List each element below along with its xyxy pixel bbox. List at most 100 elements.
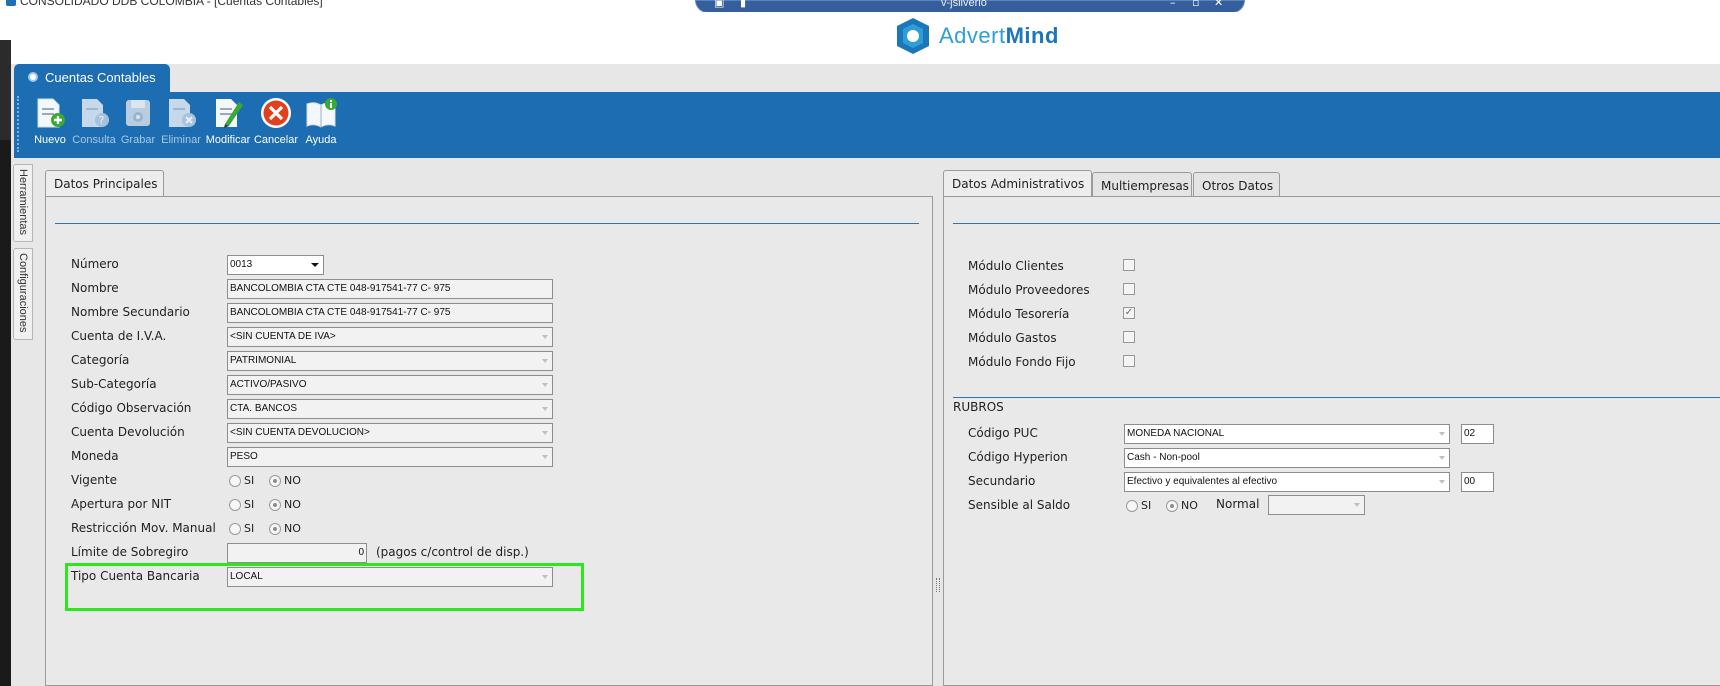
subcategoria-dropdown[interactable]: ACTIVO/PASIVO	[227, 375, 553, 395]
brand-logo: AdvertMind	[893, 14, 1059, 58]
signal-icon: ▮	[740, 0, 747, 9]
numero-dropdown[interactable]: 0013	[227, 255, 324, 275]
modulo-clientes-checkbox[interactable]	[1123, 259, 1135, 271]
restriccion-label: Restricción Mov. Manual	[71, 521, 216, 535]
sensible-si-radio[interactable]: SI	[1126, 499, 1151, 512]
apertura-nit-no-radio[interactable]: NO	[269, 498, 301, 511]
secundario-label: Secundario	[968, 474, 1036, 488]
nombre-label: Nombre	[71, 281, 119, 295]
secundario-dropdown[interactable]: Efectivo y equivalentes al efectivo	[1124, 472, 1450, 492]
limite-field[interactable]: 0	[227, 543, 367, 563]
moneda-dropdown[interactable]: PESO	[227, 447, 553, 467]
modulo-gastos-checkbox[interactable]	[1123, 331, 1135, 343]
app-header: AdvertMind	[0, 12, 1720, 64]
codigo-observacion-label: Código Observación	[71, 401, 192, 415]
chevron-down-icon	[542, 359, 548, 363]
modulo-fondo-fijo-label: Módulo Fondo Fijo	[968, 355, 1076, 369]
secundario-code[interactable]: 00	[1461, 472, 1494, 492]
modificar-button[interactable]: Modificar	[202, 96, 254, 146]
moneda-label: Moneda	[71, 449, 119, 463]
section-divider	[953, 223, 1720, 224]
nombre-field[interactable]: BANCOLOMBIA CTA CTE 048-917541-77 C- 975	[227, 279, 553, 299]
radio-circle-selected	[269, 474, 281, 487]
nombre-secundario-field[interactable]: BANCOLOMBIA CTA CTE 048-917541-77 C- 975	[227, 303, 553, 323]
tipo-cuenta-dropdown[interactable]: LOCAL	[227, 567, 553, 587]
modulo-tesoreria-label: Módulo Tesorería	[968, 307, 1070, 321]
nombre-secundario-label: Nombre Secundario	[71, 305, 190, 319]
numero-label: Número	[71, 257, 119, 271]
tab-cuentas-contables[interactable]: Cuentas Contables	[14, 64, 170, 92]
codigo-hyperion-dropdown[interactable]: Cash - Non-pool	[1124, 448, 1450, 468]
codigo-puc-code[interactable]: 02	[1461, 424, 1494, 444]
tab-datos-administrativos[interactable]: Datos Administrativos	[943, 170, 1092, 199]
sensible-saldo-label: Sensible al Saldo	[968, 498, 1071, 512]
radio-circle	[1126, 499, 1138, 512]
svg-text:?: ?	[99, 114, 105, 127]
chevron-down-icon	[1439, 432, 1445, 436]
categoria-dropdown[interactable]: PATRIMONIAL	[227, 351, 553, 371]
restriccion-no-radio[interactable]: NO	[269, 522, 301, 535]
tab-datos-principales[interactable]: Datos Principales	[45, 170, 164, 199]
codigo-observacion-dropdown[interactable]: CTA. BANCOS	[227, 399, 553, 419]
delete-document-icon	[164, 96, 198, 130]
eliminar-button[interactable]: Eliminar	[155, 96, 207, 146]
chevron-down-icon	[1354, 503, 1360, 507]
cuenta-iva-dropdown[interactable]: <SIN CUENTA DE IVA>	[227, 327, 553, 347]
cuenta-devolucion-dropdown[interactable]: <SIN CUENTA DEVOLUCION>	[227, 423, 553, 443]
close-icon[interactable]: ✕	[1214, 0, 1223, 9]
vigente-no-radio[interactable]: NO	[269, 474, 301, 487]
subcategoria-label: Sub-Categoría	[71, 377, 157, 391]
remote-session-name: v-jsilverio	[941, 0, 987, 9]
minimize-icon[interactable]: –	[1170, 0, 1176, 9]
codigo-hyperion-label: Código Hyperion	[968, 450, 1068, 464]
section-divider	[953, 397, 1720, 398]
help-book-icon	[304, 96, 338, 130]
tab-otros-datos[interactable]: Otros Datos	[1193, 172, 1280, 198]
panel-splitter[interactable]	[936, 578, 940, 592]
normal-dropdown[interactable]	[1268, 495, 1365, 515]
limite-label: Límite de Sobregiro	[71, 545, 189, 559]
codigo-puc-label: Código PUC	[968, 426, 1038, 440]
tipo-cuenta-label: Tipo Cuenta Bancaria	[71, 569, 200, 583]
tab-multiempresas[interactable]: Multiempresas	[1092, 172, 1192, 198]
chevron-down-icon	[542, 407, 548, 411]
radio-circle-selected	[269, 498, 281, 511]
radio-circle	[229, 522, 241, 535]
apertura-nit-si-radio[interactable]: SI	[229, 498, 254, 511]
modulo-clientes-label: Módulo Clientes	[968, 259, 1064, 273]
chevron-down-icon	[1439, 456, 1445, 460]
cancel-icon	[259, 96, 293, 130]
toolbar: Nuevo ? Consulta Grabar Eliminar Modific…	[14, 92, 1720, 158]
app-icon	[6, 0, 16, 6]
save-disk-icon	[121, 96, 155, 130]
radio-circle	[229, 474, 241, 487]
modulo-proveedores-checkbox[interactable]	[1123, 283, 1135, 295]
left-edge-lower	[0, 140, 11, 686]
window-title: CONSOLIDADO DDB COLOMBIA - [Cuentas Cont…	[20, 0, 323, 8]
modulo-tesoreria-checkbox[interactable]: ✓	[1123, 307, 1135, 319]
restore-icon[interactable]: ▫	[1192, 0, 1199, 9]
normal-label: Normal	[1216, 497, 1260, 511]
rubros-title: RUBROS	[953, 400, 1004, 414]
pin-icon[interactable]: ▣	[714, 0, 724, 9]
ayuda-button[interactable]: Ayuda	[295, 96, 347, 146]
new-document-icon	[33, 96, 67, 130]
limite-note: (pagos c/control de disp.)	[376, 545, 529, 559]
chevron-down-icon	[542, 383, 548, 387]
chevron-down-icon	[311, 263, 319, 267]
sensible-no-radio[interactable]: NO	[1166, 499, 1198, 512]
vtab-herramientas[interactable]: Herramientas	[13, 164, 33, 242]
vtab-configuraciones[interactable]: Configuraciones	[13, 248, 33, 340]
modulo-fondo-fijo-checkbox[interactable]	[1123, 355, 1135, 367]
vigente-si-radio[interactable]: SI	[229, 474, 254, 487]
cuenta-devolucion-label: Cuenta Devolución	[71, 425, 185, 439]
codigo-puc-dropdown[interactable]: MONEDA NACIONAL	[1124, 424, 1450, 444]
section-divider	[55, 223, 919, 224]
chevron-down-icon	[542, 431, 548, 435]
tab-icon	[28, 72, 38, 82]
chevron-down-icon	[542, 455, 548, 459]
cuenta-iva-label: Cuenta de I.V.A.	[71, 329, 167, 343]
chevron-down-icon	[542, 335, 548, 339]
restriccion-si-radio[interactable]: SI	[229, 522, 254, 535]
advertmind-logo-icon	[893, 16, 933, 56]
